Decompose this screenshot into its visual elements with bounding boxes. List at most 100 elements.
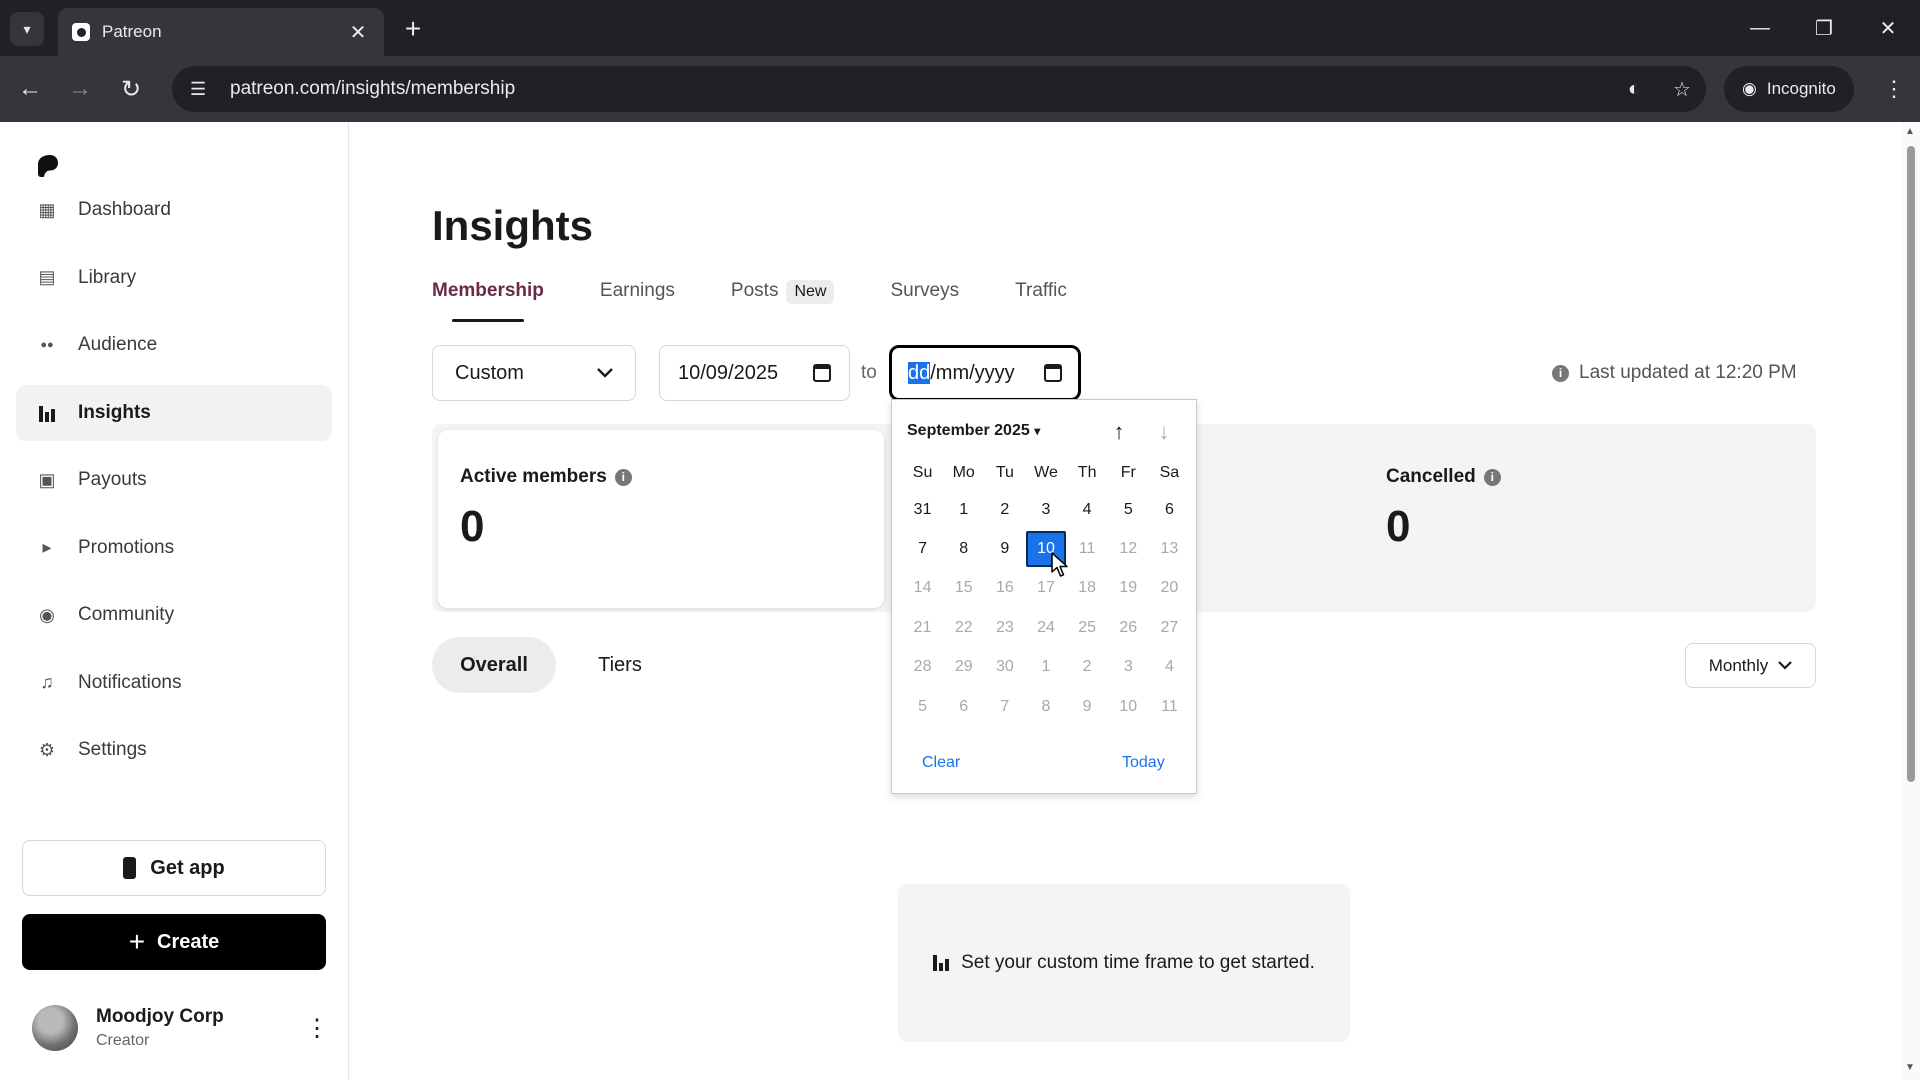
caret-down-icon: ▾ — [1034, 424, 1041, 438]
browser-tab[interactable]: Patreon ✕ — [58, 8, 384, 56]
calendar-day-number: 7 — [918, 540, 928, 558]
tab-label: Posts — [730, 280, 779, 301]
clear-button[interactable]: Clear — [922, 754, 960, 772]
calendar-day: 8 — [1025, 687, 1066, 726]
restore-icon[interactable]: ❐ — [1804, 10, 1844, 46]
tab-traffic[interactable]: Traffic — [1015, 280, 1067, 324]
bar-chart-icon — [933, 955, 950, 971]
overall-segment[interactable]: Overall — [432, 637, 556, 693]
calendar-day: 20 — [1149, 569, 1190, 608]
end-date-day-segment[interactable]: dd — [908, 361, 931, 384]
tab-label: Surveys — [890, 280, 960, 301]
start-date-value: 10/09/2025 — [678, 361, 779, 384]
insights-tabs: Membership Earnings Posts New Surveys Traffic — [432, 280, 1123, 324]
tab-earnings[interactable]: Earnings — [600, 280, 675, 324]
sidebar-item-community[interactable]: ◉ Community — [16, 587, 332, 643]
sidebar-item-notifications[interactable]: ♫ Notifications — [16, 655, 332, 711]
interval-select[interactable]: Monthly — [1685, 643, 1816, 688]
calendar-day-number: 3 — [1041, 500, 1051, 518]
calendar-day: 26 — [1108, 608, 1149, 647]
page-scrollbar[interactable]: ▲ ▼ — [1902, 122, 1920, 1080]
sidebar-item-library[interactable]: ▤ Library — [16, 250, 332, 306]
window-close-icon[interactable]: ✕ — [1868, 10, 1908, 46]
calendar-day[interactable]: 5 — [1108, 490, 1149, 529]
promotions-icon: ▸ — [42, 537, 52, 557]
month-year-select[interactable]: September 2025 ▾ — [907, 422, 1040, 440]
previous-month-arrow-icon[interactable]: ↑ — [1105, 418, 1133, 446]
sidebar-item-promotions[interactable]: ▸ Promotions — [16, 520, 332, 576]
avatar[interactable] — [32, 1005, 78, 1051]
calendar-day[interactable]: 9 — [984, 529, 1025, 568]
reload-icon[interactable]: ↻ — [113, 71, 149, 107]
tab-posts[interactable]: Posts New — [731, 280, 835, 324]
calendar-day: 25 — [1067, 608, 1108, 647]
calendar-day[interactable]: 8 — [943, 529, 984, 568]
calendar-day: 5 — [902, 687, 943, 726]
tab-surveys[interactable]: Surveys — [890, 280, 959, 324]
next-month-arrow-icon[interactable]: ↓ — [1150, 418, 1178, 446]
new-tab-icon[interactable]: + — [396, 12, 430, 46]
incognito-badge[interactable]: ◉ Incognito — [1724, 66, 1854, 112]
calendar-day[interactable]: 7 — [902, 529, 943, 568]
browser-menu-icon[interactable]: ⋮ — [1876, 71, 1912, 107]
address-bar[interactable]: ☰ patreon.com/insights/membership ◐ ☆ — [172, 66, 1706, 112]
calendar-day: 16 — [984, 569, 1025, 608]
close-tab-icon[interactable]: ✕ — [346, 20, 370, 45]
calendar-day-number: 8 — [959, 540, 969, 558]
patreon-logo-icon[interactable] — [38, 154, 58, 178]
calendar-day: 14 — [902, 569, 943, 608]
calendar-day[interactable]: 31 — [902, 490, 943, 529]
sidebar-item-insights[interactable]: Insights — [16, 384, 332, 441]
bookmark-star-icon[interactable]: ☆ — [1658, 77, 1706, 102]
minimize-icon[interactable]: — — [1740, 10, 1780, 46]
sidebar-item-settings[interactable]: ⚙ Settings — [16, 722, 332, 778]
info-icon[interactable]: i — [1483, 468, 1501, 486]
start-date-input[interactable]: 10/09/2025 — [659, 345, 850, 401]
back-icon[interactable]: ← — [12, 71, 48, 107]
calendar-day[interactable]: 1 — [943, 490, 984, 529]
get-app-button[interactable]: Get app — [22, 840, 326, 896]
create-button[interactable]: + Create — [22, 914, 326, 970]
calendar-day: 30 — [984, 648, 1025, 687]
profile[interactable]: Moodjoy Corp Creator ⋮ — [32, 998, 332, 1058]
cancelled-card: Cancelled i — [1386, 466, 1501, 488]
calendar-day-number: 27 — [1160, 618, 1179, 636]
sidebar-item-label: Payouts — [78, 469, 147, 490]
forward-icon[interactable]: → — [62, 71, 98, 107]
tiers-segment[interactable]: Tiers — [580, 637, 660, 693]
calendar-day-number: 4 — [1164, 658, 1174, 676]
tab-membership[interactable]: Membership — [432, 280, 544, 324]
sidebar-item-label: Insights — [78, 401, 151, 423]
scroll-down-icon[interactable]: ▼ — [1905, 1062, 1915, 1073]
range-select[interactable]: Custom — [432, 345, 636, 401]
calendar-day[interactable]: 6 — [1149, 490, 1190, 529]
calendar-icon[interactable] — [813, 364, 831, 382]
calendar-day[interactable]: 4 — [1067, 490, 1108, 529]
weekday-label: Su — [912, 464, 933, 481]
url-text[interactable]: patreon.com/insights/membership — [230, 78, 1610, 100]
site-info-icon[interactable]: ☰ — [190, 79, 218, 100]
calendar-day-number: 21 — [913, 618, 932, 636]
calendar-day: 11 — [1067, 529, 1108, 568]
today-button[interactable]: Today — [1122, 754, 1165, 772]
calendar-icon[interactable] — [1044, 364, 1062, 382]
sidebar-item-audience[interactable]: ●● Audience — [16, 317, 332, 373]
calendar-day[interactable]: 3 — [1025, 490, 1066, 529]
calendar-day-number: 16 — [995, 579, 1014, 597]
calendar-day-number: 11 — [1161, 697, 1178, 715]
calendar-day-number: 24 — [1037, 618, 1055, 636]
end-date-input[interactable]: dd/mm/yyyy — [889, 345, 1081, 401]
more-options-icon[interactable]: ⋮ — [302, 1014, 332, 1043]
scroll-up-icon[interactable]: ▲ — [1905, 126, 1915, 137]
eye-off-icon[interactable]: ◐ — [1610, 78, 1658, 101]
weekday-label: Tu — [995, 464, 1014, 481]
tab-search-dropdown-icon[interactable]: ▾ — [10, 12, 44, 46]
cancelled-label: Cancelled — [1386, 466, 1476, 487]
sidebar-item-label: Community — [78, 604, 175, 625]
calendar-day[interactable]: 2 — [984, 490, 1025, 529]
info-icon[interactable]: i — [614, 468, 632, 486]
scroll-thumb[interactable] — [1907, 146, 1915, 782]
sidebar-item-payouts[interactable]: ▣ Payouts — [16, 452, 332, 508]
sidebar-item-dashboard[interactable]: ▦ Dashboard — [16, 182, 332, 238]
browser-tab-bar: ▾ Patreon ✕ + — ❐ ✕ — [0, 0, 1920, 56]
